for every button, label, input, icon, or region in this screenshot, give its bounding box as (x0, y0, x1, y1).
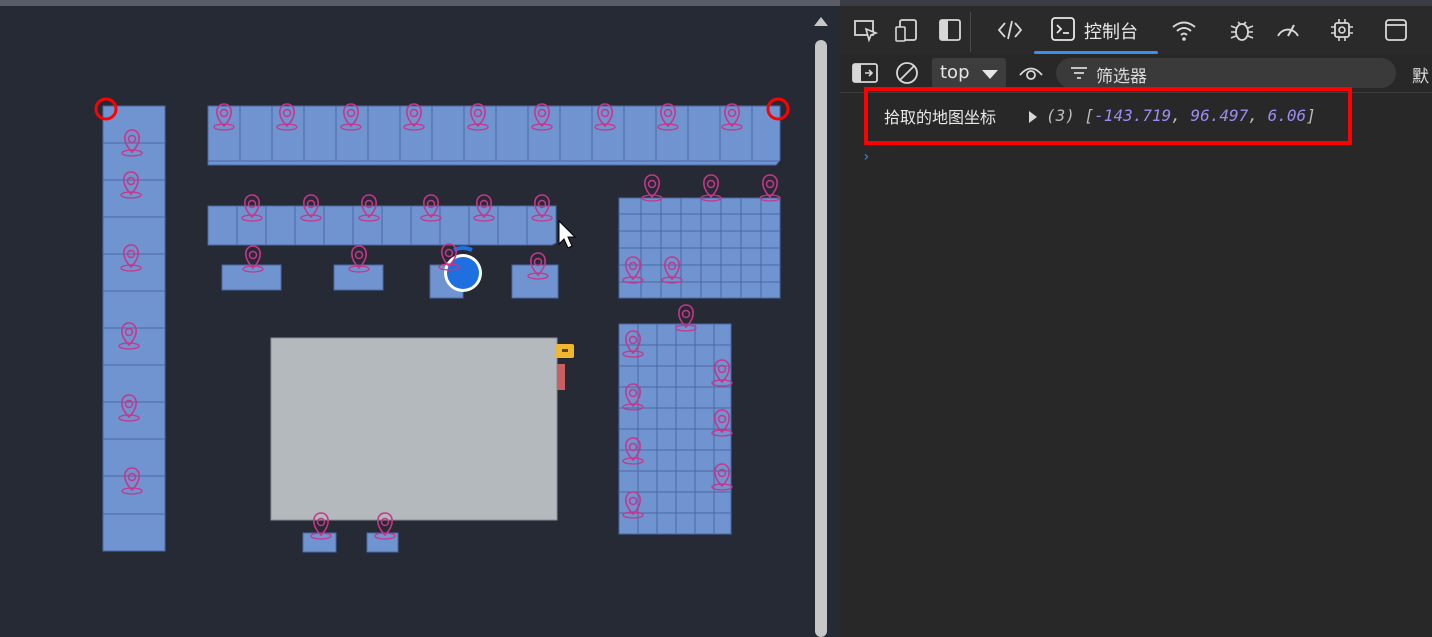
context-selector-value: top (940, 62, 970, 83)
elements-tab-icon[interactable] (996, 16, 1024, 44)
memory-chip-icon[interactable] (1328, 16, 1356, 44)
device-emulation-icon[interactable] (894, 16, 922, 44)
console-prompt-chevron-icon[interactable]: › (862, 149, 870, 165)
open-floor-area[interactable] (270, 337, 558, 521)
context-selector[interactable]: top (932, 58, 1006, 88)
map-pin-icon[interactable] (641, 174, 663, 202)
console-filter-input[interactable]: 筛选器 (1056, 58, 1396, 88)
red-highlight-box (864, 87, 1352, 145)
tab-console[interactable]: 控制台 (1034, 10, 1158, 54)
mouse-cursor-icon (558, 219, 577, 249)
performance-gauge-icon[interactable] (1274, 16, 1302, 44)
inspect-element-icon[interactable] (852, 16, 880, 44)
map-scrollbar-thumb[interactable] (815, 40, 827, 637)
dock-side-icon[interactable] (936, 16, 964, 44)
console-icon (1051, 17, 1075, 41)
filter-icon (1071, 67, 1087, 79)
red-marker-bar (557, 364, 565, 390)
scroll-up-arrow-icon[interactable] (814, 17, 828, 26)
sidebar-toggle-icon[interactable] (852, 62, 878, 84)
application-window-icon[interactable] (1382, 16, 1410, 44)
devtools-toolbar: 控制台 (840, 6, 1432, 54)
clear-console-icon[interactable] (894, 60, 920, 86)
debugger-bug-icon[interactable] (1228, 16, 1256, 44)
network-wifi-icon[interactable] (1170, 16, 1198, 44)
map-pin-icon[interactable] (700, 174, 722, 202)
map-pin-icon[interactable] (759, 174, 781, 202)
right-top-shelf-grid[interactable] (618, 197, 781, 299)
middle-shelf-row[interactable] (207, 205, 557, 246)
default-levels-truncated-label[interactable]: 默 (1412, 62, 1429, 87)
live-expression-eye-icon[interactable] (1018, 62, 1044, 84)
map-canvas[interactable] (0, 6, 832, 637)
chevron-down-icon (982, 70, 998, 79)
console-filter-placeholder: 筛选器 (1096, 67, 1147, 87)
tab-console-label: 控制台 (1084, 22, 1138, 43)
map-viewport[interactable] (0, 6, 832, 637)
